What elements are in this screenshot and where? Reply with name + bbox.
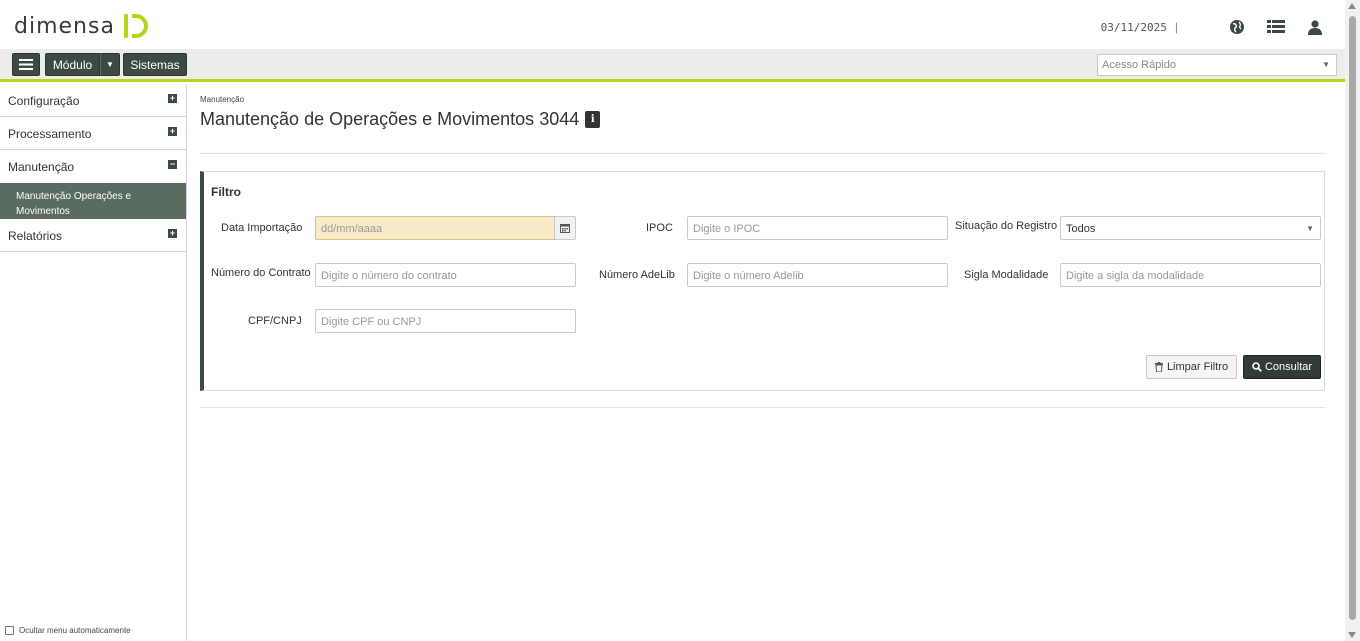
list-icon[interactable] <box>1266 17 1286 37</box>
expand-icon[interactable]: + <box>168 229 177 238</box>
consultar-button[interactable]: Consultar <box>1243 355 1321 379</box>
top-header: DIMENSA 03/11/2025 | <box>0 0 1345 49</box>
calendar-icon <box>560 224 570 233</box>
situacao-registro-value: Todos <box>1066 223 1096 235</box>
ipoc-input[interactable]: Digite o IPOC <box>687 216 948 240</box>
scroll-thumb[interactable] <box>1349 16 1356 620</box>
sidebar-item-label: Configuração <box>8 94 80 108</box>
divider <box>200 407 1325 408</box>
numero-adelib-placeholder: Digite o número Adelib <box>693 270 804 282</box>
ipoc-placeholder: Digite o IPOC <box>693 223 761 235</box>
expand-icon[interactable]: + <box>168 94 177 103</box>
sigla-modalidade-input[interactable]: Digite a sigla da modalidade <box>1060 263 1321 287</box>
header-separator: | <box>1174 20 1178 34</box>
filter-panel: Filtro Data Importação dd/mm/aaaa IPOC D… <box>200 171 1325 391</box>
caret-down-icon: ▼ <box>106 60 114 69</box>
data-importacao-label: Data Importação <box>221 222 303 234</box>
hide-menu-checkbox[interactable] <box>5 626 14 635</box>
search-icon <box>1252 362 1262 372</box>
sidebar: Configuração + Processamento + Manutençã… <box>0 84 187 641</box>
scroll-down-icon[interactable] <box>1348 632 1356 638</box>
sidebar-subitem-manutencao-operacoes[interactable]: Manutenção Operações e Movimentos 3044 <box>0 183 186 232</box>
sidebar-item-configuracao[interactable]: Configuração + <box>0 84 186 117</box>
modulo-button[interactable]: Módulo <box>45 53 100 76</box>
logo-mark-icon <box>123 14 148 38</box>
header-tools: 03/11/2025 | <box>1101 14 1325 40</box>
main-toolbar: Módulo ▼ Sistemas Acesso Rápido ▼ <box>0 49 1345 82</box>
sidebar-item-processamento[interactable]: Processamento + <box>0 117 186 150</box>
collapse-icon[interactable]: − <box>168 160 177 169</box>
limpar-filtro-button[interactable]: Limpar Filtro <box>1146 355 1237 379</box>
sidebar-item-label: Processamento <box>8 127 92 141</box>
hamburger-menu-button[interactable] <box>12 53 40 76</box>
expand-icon[interactable]: + <box>168 127 177 136</box>
numero-contrato-label: Número do Contrato <box>211 267 311 279</box>
chevron-down-icon: ▼ <box>1306 224 1314 233</box>
sigla-modalidade-placeholder: Digite a sigla da modalidade <box>1066 270 1205 282</box>
scroll-up-icon[interactable] <box>1348 3 1356 9</box>
sistemas-button[interactable]: Sistemas <box>123 53 187 76</box>
divider <box>200 153 1325 154</box>
quick-access-select[interactable]: Acesso Rápido ▼ <box>1097 54 1337 76</box>
cpf-cnpj-input[interactable]: Digite CPF ou CNPJ <box>315 309 576 333</box>
consultar-label: Consultar <box>1264 361 1313 373</box>
situacao-registro-select[interactable]: Todos ▼ <box>1060 216 1321 240</box>
sidebar-item-relatorios[interactable]: Relatórios + <box>0 219 186 252</box>
numero-adelib-label: Número AdeLib <box>599 269 675 281</box>
calendar-button[interactable] <box>554 216 576 240</box>
ipoc-label: IPOC <box>646 222 673 234</box>
situacao-registro-label: Situação do Registro <box>955 220 1058 232</box>
numero-contrato-placeholder: Digite o número do contrato <box>321 270 457 282</box>
hide-menu-option[interactable]: Ocultar menu automaticamente <box>5 626 131 635</box>
sigla-modalidade-label: Sigla Modalidade <box>964 269 1049 281</box>
trash-icon <box>1154 362 1163 372</box>
sidebar-item-label: Manutenção <box>8 160 75 174</box>
breadcrumb[interactable]: Manutenção <box>200 95 244 104</box>
chevron-down-icon: ▼ <box>1322 60 1330 69</box>
logo-text: DIMENSA <box>14 13 115 39</box>
data-importacao-placeholder: dd/mm/aaaa <box>321 223 383 235</box>
quick-access-placeholder: Acesso Rápido <box>1102 59 1176 71</box>
dimensa-logo[interactable]: DIMENSA <box>14 10 151 42</box>
numero-contrato-input[interactable]: Digite o número do contrato <box>315 263 576 287</box>
limpar-filtro-label: Limpar Filtro <box>1166 361 1229 373</box>
user-icon[interactable] <box>1305 17 1325 37</box>
hamburger-icon <box>19 59 33 70</box>
hide-menu-label: Ocultar menu automaticamente <box>19 626 131 635</box>
modulo-dropdown-toggle[interactable]: ▼ <box>100 53 120 76</box>
numero-adelib-input[interactable]: Digite o número Adelib <box>687 263 948 287</box>
current-date: 03/11/2025 <box>1100 20 1167 34</box>
cpf-cnpj-placeholder: Digite CPF ou CNPJ <box>321 316 422 328</box>
data-importacao-input[interactable]: dd/mm/aaaa <box>315 216 555 240</box>
page-scrollbar[interactable] <box>1345 0 1360 641</box>
filter-title: Filtro <box>211 185 241 199</box>
sidebar-item-label: Relatórios <box>8 229 63 243</box>
subitem-label-line1: Manutenção Operações e Movimentos <box>16 191 132 217</box>
page-title-text: Manutenção de Operações e Movimentos 304… <box>200 109 580 129</box>
globe-icon[interactable] <box>1227 17 1247 37</box>
sidebar-item-manutencao[interactable]: Manutenção − <box>0 150 186 183</box>
page-title: Manutenção de Operações e Movimentos 304… <box>200 109 601 130</box>
info-icon[interactable]: i <box>585 111 601 128</box>
cpf-cnpj-label: CPF/CNPJ <box>248 315 302 327</box>
